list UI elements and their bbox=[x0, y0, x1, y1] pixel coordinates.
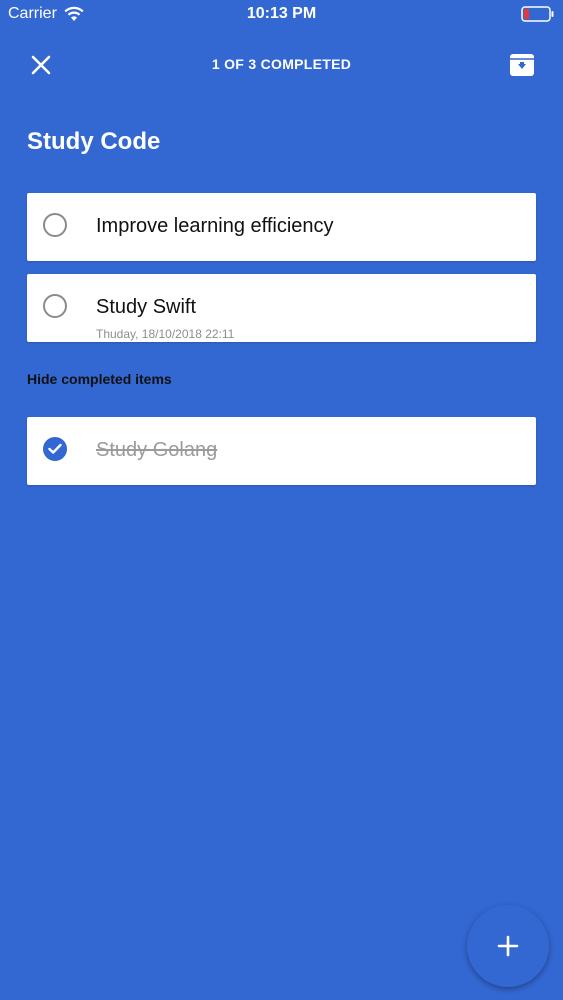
status-bar: Carrier 10:13 PM bbox=[0, 0, 563, 30]
archive-download-icon bbox=[510, 54, 534, 76]
status-time: 10:13 PM bbox=[246, 5, 317, 22]
task-checkbox[interactable] bbox=[43, 213, 67, 237]
completed-count-title: 1 OF 3 COMPLETED bbox=[211, 56, 352, 72]
plus-icon bbox=[497, 935, 519, 957]
task-label: Study Swift bbox=[96, 296, 197, 318]
task-label: Improve learning efficiency bbox=[96, 215, 334, 237]
task-checkbox-checked[interactable] bbox=[43, 437, 67, 461]
archive-button[interactable] bbox=[507, 50, 537, 80]
task-item-study-golang[interactable]: Study Golang bbox=[27, 417, 536, 485]
task-item-improve-learning[interactable]: Improve learning efficiency bbox=[27, 193, 536, 261]
task-item-study-swift[interactable]: Study Swift Thuday, 18/10/2018 22:11 bbox=[27, 274, 536, 342]
list-title: Study Code bbox=[27, 128, 161, 155]
task-checkbox[interactable] bbox=[43, 294, 67, 318]
hide-completed-toggle[interactable]: Hide completed items bbox=[27, 371, 172, 387]
task-due-date: Thuday, 18/10/2018 22:11 bbox=[96, 327, 235, 341]
checkmark-icon bbox=[48, 443, 62, 454]
add-task-button[interactable] bbox=[467, 905, 549, 987]
task-label: Study Golang bbox=[96, 439, 218, 461]
battery-icon bbox=[521, 6, 555, 22]
